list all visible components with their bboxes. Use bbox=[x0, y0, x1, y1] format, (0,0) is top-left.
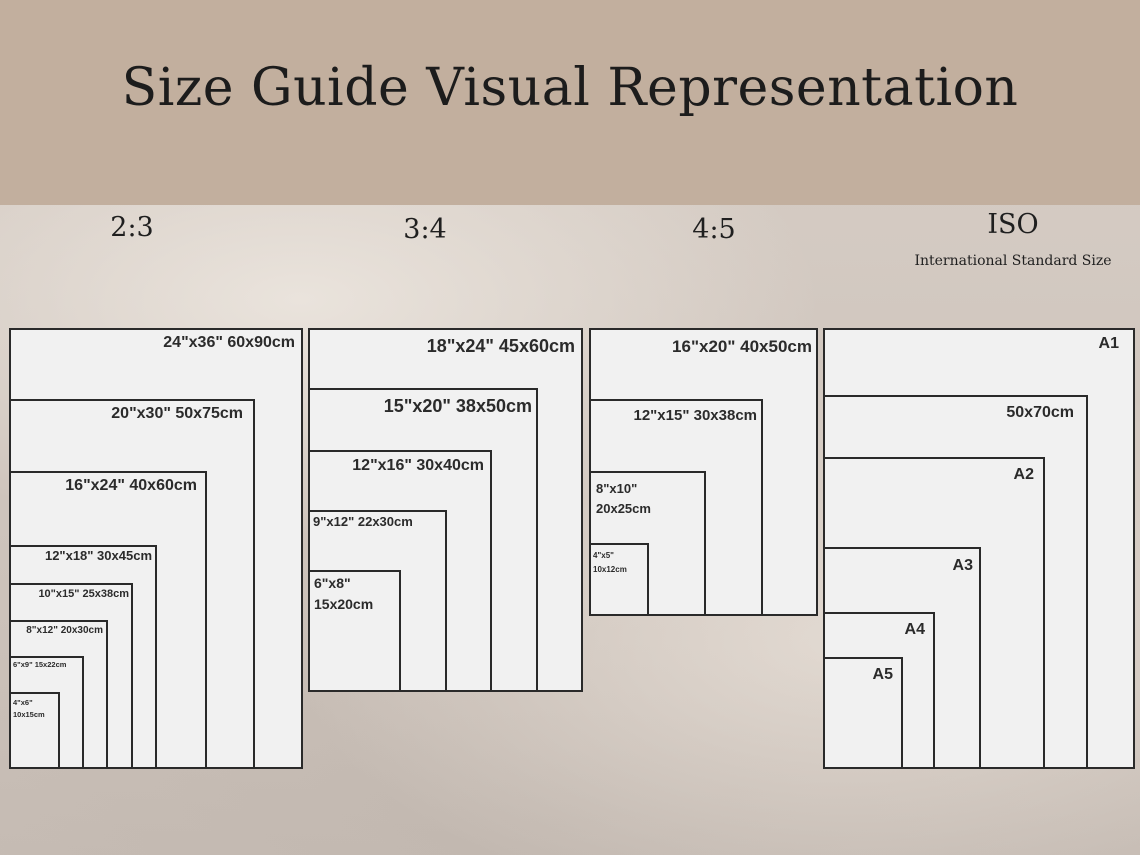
size-label: 6"x9" 15x22cm bbox=[13, 660, 67, 669]
size-label: 10"x15" 25x38cm bbox=[38, 588, 129, 600]
size-label: A3 bbox=[952, 557, 973, 574]
ratio-label-3-4: 3:4 bbox=[403, 214, 447, 245]
size-label: 50x70cm bbox=[1006, 404, 1074, 421]
size-label-cm: 10x12cm bbox=[593, 565, 627, 574]
size-label: 16"x24" 40x60cm bbox=[65, 477, 197, 494]
size-label: A4 bbox=[904, 621, 925, 638]
size-label: 12"x15" 30x38cm bbox=[633, 407, 758, 424]
size-label: 8"x10" bbox=[596, 481, 638, 496]
size-label: A2 bbox=[1013, 466, 1034, 483]
size-rect-4x5: 4"x5" 10x12cm bbox=[589, 543, 649, 616]
size-label-cm: 15x20cm bbox=[314, 596, 374, 612]
size-label: 4"x5" bbox=[593, 551, 614, 560]
page-title: Size Guide Visual Representation bbox=[121, 58, 1019, 118]
size-label: 6"x8" bbox=[314, 575, 351, 591]
size-label: 12"x18" 30x45cm bbox=[44, 548, 152, 563]
header-banner: Size Guide Visual Representation bbox=[0, 0, 1140, 205]
size-label: 15"x20" 38x50cm bbox=[383, 396, 532, 416]
size-label-cm: 20x25cm bbox=[596, 501, 651, 516]
size-label: 16"x20" 40x50cm bbox=[672, 337, 812, 356]
size-label: 9"x12" 22x30cm bbox=[313, 514, 413, 529]
size-rect-6x8: 6"x8" 15x20cm bbox=[308, 570, 401, 692]
size-label: 4"x6" bbox=[13, 698, 33, 707]
size-label: 12"x16" 30x40cm bbox=[352, 457, 484, 474]
size-label: A1 bbox=[1098, 335, 1119, 352]
size-label: A5 bbox=[872, 666, 893, 683]
size-label-cm: 10x15cm bbox=[13, 710, 45, 719]
size-rect-a5: A5 bbox=[823, 657, 903, 769]
size-label: 24"x36" 60x90cm bbox=[163, 334, 295, 351]
iso-subtitle: International Standard Size bbox=[914, 253, 1112, 269]
ratio-label-iso: ISO bbox=[987, 209, 1039, 240]
size-label: 20"x30" 50x75cm bbox=[111, 405, 243, 422]
size-rect-4x6: 4"x6" 10x15cm bbox=[9, 692, 60, 769]
size-label: 8"x12" 20x30cm bbox=[26, 625, 103, 636]
size-label: 18"x24" 45x60cm bbox=[426, 336, 575, 356]
ratio-label-2-3: 2:3 bbox=[110, 212, 154, 243]
ratio-label-4-5: 4:5 bbox=[692, 214, 736, 245]
